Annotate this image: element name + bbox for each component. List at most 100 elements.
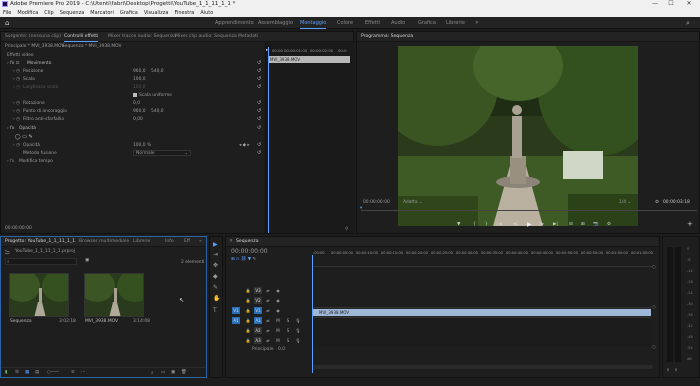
program-scrub-bar[interactable] — [361, 208, 697, 211]
pen-mask-icon[interactable]: ✎ — [29, 134, 33, 140]
tab-info[interactable]: Info — [165, 239, 174, 244]
quality-select[interactable]: 1/4 ⌄ — [619, 200, 631, 205]
menu-file[interactable]: File — [3, 9, 11, 17]
tab-effect-controls[interactable]: Controlli effetti — [64, 34, 99, 42]
eye-icon[interactable]: ◉ — [274, 287, 282, 294]
home-icon[interactable]: ⌂ — [5, 19, 9, 27]
program-timecode[interactable]: 00:00:00:00 — [363, 200, 390, 205]
scroll-handle-icon[interactable]: ○ — [652, 265, 656, 270]
linked-selection-icon[interactable]: ⛓ — [241, 257, 247, 262]
sync-lock-icon[interactable]: ⇄ — [264, 287, 272, 294]
reset-icon[interactable]: ↺ — [257, 84, 261, 90]
nest-icon[interactable]: ⊞ — [231, 257, 235, 262]
scale-value[interactable]: 100,0 — [133, 77, 146, 82]
reset-icon[interactable]: ↺ — [257, 68, 261, 74]
sort-icon[interactable]: ≡ — [71, 370, 75, 375]
track-lock-icon[interactable]: 🔒 — [244, 337, 252, 344]
position-x-value[interactable]: 960,0 — [133, 69, 146, 74]
workspace-graphics[interactable]: Grafica — [418, 20, 436, 26]
new-item-icon[interactable]: ▣ — [171, 370, 175, 375]
track-label-a3[interactable]: A3 — [254, 337, 262, 344]
wrench-icon[interactable]: ✎ — [253, 257, 257, 262]
fit-select[interactable]: Adatta ⌄ — [403, 200, 423, 205]
track-lock-icon[interactable]: 🔒 — [244, 297, 252, 304]
project-item-thumbnail[interactable] — [84, 273, 144, 317]
eye-icon[interactable]: ◉ — [274, 297, 282, 304]
master-clip-breadcrumb[interactable]: Principale * MVI_3938.MOV — [5, 44, 64, 49]
sequence-clip-breadcrumb[interactable]: Sequenza * MVI_3938.MOV — [62, 44, 122, 49]
anchor-x-value[interactable]: 960,0 — [133, 109, 146, 114]
automate-icon[interactable]: ⋯ — [81, 370, 85, 375]
voiceover-mic-icon[interactable]: 🎙 — [294, 327, 302, 334]
keyframe-nav-icon[interactable]: ◂ ◆ ▸ — [239, 143, 250, 148]
solo-button[interactable]: S — [284, 317, 292, 324]
export-frame-button[interactable]: 📷 — [593, 222, 598, 227]
track-select-tool-icon[interactable]: ⇥ — [213, 251, 218, 258]
workspace-assembly[interactable]: Assemblaggio — [258, 20, 293, 26]
hand-tool-icon[interactable]: ✋ — [213, 295, 220, 302]
close-button[interactable]: ✕ — [684, 0, 694, 7]
tab-audio-track-mixer[interactable]: Mixer tracce audio: Sequenza — [108, 34, 176, 39]
opacity-value[interactable]: 100,0 % — [133, 143, 151, 148]
sync-lock-icon[interactable]: ⇄ — [264, 327, 272, 334]
workspace-more-icon[interactable]: » — [475, 19, 479, 26]
solo-left-button[interactable]: S — [667, 368, 669, 372]
scroll-handle-icon[interactable]: ○ — [652, 345, 656, 350]
add-button[interactable]: + — [687, 220, 693, 228]
tab-audio-clip-mixer[interactable]: Mixer clip audio: Sequenza — [175, 34, 237, 39]
menu-graphics[interactable]: Grafica — [120, 9, 138, 17]
reset-icon[interactable]: ↺ — [257, 125, 261, 131]
menu-sequence[interactable]: Sequenza — [60, 9, 85, 17]
go-to-in-button[interactable]: |◀ — [497, 222, 502, 227]
project-item-thumbnail[interactable] — [9, 273, 69, 317]
flicker-stopwatch-icon[interactable]: › ◷ — [13, 117, 20, 122]
add-marker-button[interactable]: ▼ — [457, 222, 460, 227]
selection-tool-icon[interactable]: ▶ — [213, 241, 218, 248]
rotation-value[interactable]: 0,0 — [133, 101, 140, 106]
menu-view[interactable]: Visualizza — [144, 9, 169, 17]
program-video-frame[interactable] — [398, 46, 638, 226]
track-label-v2[interactable]: V2 — [254, 297, 262, 304]
timeline-ruler[interactable]: :00:00 00:00:05:00 00:00:10:00 00:00:15:… — [313, 247, 653, 267]
comparison-view-button[interactable]: ⚙ — [607, 222, 611, 227]
effect-mini-timeline[interactable]: ▸ 00:00 00:00:01:00 00:00:02:00 00:0 MVI… — [265, 43, 354, 233]
source-patch-a1[interactable]: A1 — [232, 317, 240, 324]
rotation-stopwatch-icon[interactable]: › ◷ — [13, 101, 20, 106]
razor-tool-icon[interactable]: ◆ — [213, 273, 218, 280]
play-button[interactable]: ▶ — [527, 221, 532, 228]
workspace-audio[interactable]: Audio — [391, 20, 405, 26]
search-icon[interactable]: ⌕ — [686, 19, 690, 28]
add-marker-icon[interactable]: ▼ — [248, 257, 251, 262]
step-back-button[interactable]: ◀| — [513, 222, 518, 227]
program-title[interactable]: Programma: Sequenza — [361, 34, 413, 39]
panel-more-icon[interactable]: » — [199, 239, 202, 244]
project-item-name[interactable]: Sequenza — [10, 319, 32, 324]
voiceover-mic-icon[interactable]: 🎙 — [294, 317, 302, 324]
fx-opacity-toggle[interactable]: › fx — [7, 126, 14, 131]
find-icon[interactable]: ⌕ — [151, 370, 153, 376]
track-label-a2[interactable]: A2 — [254, 327, 262, 334]
close-icon[interactable]: ✕ — [229, 239, 233, 244]
position-stopwatch-icon[interactable]: › ◷ — [13, 69, 20, 74]
mute-button[interactable]: M — [274, 337, 282, 344]
v1-track-lane[interactable]: MVI_3938.MOV — [313, 307, 651, 317]
go-to-out-button[interactable]: ▶| — [553, 222, 558, 227]
step-forward-button[interactable]: |▶ — [539, 222, 544, 227]
minimize-button[interactable]: — — [650, 0, 660, 7]
track-lock-icon[interactable]: 🔒 — [244, 287, 252, 294]
track-lock-icon[interactable]: 🔒 — [244, 307, 252, 314]
tab-media-browser[interactable]: Browser multimediale — [79, 239, 129, 244]
workspace-editing[interactable]: Montaggio — [300, 20, 327, 29]
master-track-value[interactable]: 0,0 — [278, 347, 285, 352]
voiceover-mic-icon[interactable]: 🎙 — [294, 337, 302, 344]
sync-lock-icon[interactable]: ⇄ — [264, 297, 272, 304]
list-view-icon[interactable]: ☰ — [15, 370, 19, 375]
reset-icon[interactable]: ↺ — [257, 100, 261, 106]
workspace-color[interactable]: Colore — [337, 20, 353, 26]
sync-lock-icon[interactable]: ⇄ — [264, 307, 272, 314]
track-label-v1[interactable]: V1 — [254, 307, 262, 314]
lift-button[interactable]: ⊟ — [569, 222, 573, 227]
timeline-timecode[interactable]: 00:00:00:00 — [231, 248, 268, 255]
program-playhead[interactable]: ▾ — [360, 206, 362, 211]
solo-button[interactable]: S — [284, 327, 292, 334]
